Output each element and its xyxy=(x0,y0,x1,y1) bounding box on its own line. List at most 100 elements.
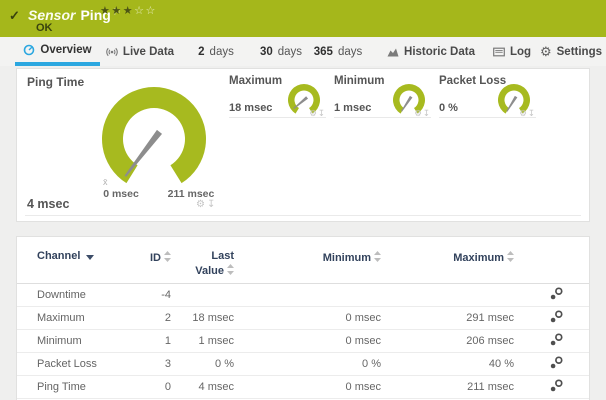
table-header-row: Channel ID Last Value Minimum Maximum xyxy=(17,237,589,283)
ping-time-gauge xyxy=(98,83,210,189)
channel-last-value: 18 msec xyxy=(171,306,234,329)
sensor-header: ✓ SensorPing⚐ ★★★☆☆ OK xyxy=(0,0,606,37)
channel-name: Ping Time xyxy=(17,375,149,398)
channel-id: 1 xyxy=(149,329,171,352)
gauge-needle xyxy=(400,96,412,112)
channel-maximum xyxy=(381,283,514,306)
tab-label: days xyxy=(210,46,234,58)
sort-icon xyxy=(227,264,234,275)
priority-star-rating[interactable]: ★★★☆☆ xyxy=(100,4,157,17)
pin-icon[interactable]: ↧ xyxy=(207,199,217,210)
live-signal-icon xyxy=(106,46,118,58)
table-row: Packet Loss 3 0 % 0 % 40 % xyxy=(17,352,589,375)
channel-name: Minimum xyxy=(17,329,149,352)
channel-name: Packet Loss xyxy=(17,352,149,375)
tab-label: Log xyxy=(510,46,531,58)
channel-name: Maximum xyxy=(17,306,149,329)
channel-minimum: 0 msec xyxy=(234,375,381,398)
tab-2-days[interactable]: 2 days xyxy=(194,37,238,66)
column-header-actions xyxy=(514,237,589,283)
channel-id: 3 xyxy=(149,352,171,375)
column-header-label: Minimum xyxy=(323,252,371,264)
column-header-label: Value xyxy=(195,265,224,277)
channel-settings-icon[interactable] xyxy=(550,310,563,326)
mini-gauge-packet-loss: Packet Loss 0 % ⚙↧ xyxy=(439,69,536,129)
sort-icon xyxy=(507,251,514,262)
channel-id: 2 xyxy=(149,306,171,329)
stars-empty: ☆☆ xyxy=(134,5,157,17)
channel-minimum: 0 msec xyxy=(234,306,381,329)
channel-maximum: 211 msec xyxy=(381,375,514,398)
column-header-channel[interactable]: Channel xyxy=(17,237,149,283)
tab-label: Settings xyxy=(557,46,602,58)
sensor-type-label: Sensor xyxy=(28,7,75,23)
minimum-value: 1 msec xyxy=(334,102,371,114)
channel-last-value: 1 msec xyxy=(171,329,234,352)
gauge-icon xyxy=(23,44,35,56)
tab-label: Historic Data xyxy=(404,46,475,58)
ping-time-value: 4 msec xyxy=(27,197,69,211)
tab-label: Live Data xyxy=(123,46,174,58)
channel-settings-icon[interactable] xyxy=(550,287,563,303)
maximum-value: 18 msec xyxy=(229,102,272,114)
channel-last-value: 0 % xyxy=(171,352,234,375)
column-header-id[interactable]: ID xyxy=(149,237,171,283)
channel-settings-icon[interactable] xyxy=(550,333,563,349)
gauge-min-label: 0 msec xyxy=(90,188,152,200)
tab-settings[interactable]: ⚙ Settings xyxy=(544,37,598,66)
settings-gear-icon: ⚙ xyxy=(540,45,552,58)
gear-icon[interactable]: ⚙ xyxy=(196,199,207,210)
sensor-status-badge: OK xyxy=(36,22,53,34)
channel-settings-icon[interactable] xyxy=(550,379,563,395)
column-header-label: Channel xyxy=(37,250,80,262)
tab-number: 365 xyxy=(314,46,333,58)
table-row: Ping Time 0 4 msec 0 msec 211 msec xyxy=(17,375,589,398)
tab-30-days[interactable]: 30 days xyxy=(258,37,304,66)
channel-settings-icon[interactable] xyxy=(550,356,563,372)
channel-last-value: 4 msec xyxy=(171,375,234,398)
column-header-label: Last xyxy=(211,250,234,262)
column-header-maximum[interactable]: Maximum xyxy=(381,237,514,283)
channel-minimum: 0 % xyxy=(234,352,381,375)
tab-overview[interactable]: Overview xyxy=(15,37,100,66)
table-row: Downtime -4 xyxy=(17,283,589,306)
divider xyxy=(25,215,581,216)
gauge-needle xyxy=(506,96,518,112)
packet-loss-value: 0 % xyxy=(439,102,458,114)
tab-label: days xyxy=(338,46,362,58)
gauge-needle xyxy=(123,130,162,178)
table-row: Maximum 2 18 msec 0 msec 291 msec xyxy=(17,306,589,329)
mini-gauge-minimum: Minimum 1 msec ⚙↧ xyxy=(334,69,431,129)
divider xyxy=(334,117,431,118)
chart-icon xyxy=(387,46,399,58)
tab-365-days[interactable]: 365 days xyxy=(311,37,365,66)
tab-label: Overview xyxy=(40,44,91,56)
status-ok-check-icon: ✓ xyxy=(9,8,20,24)
divider xyxy=(229,117,326,118)
stars-filled: ★★★ xyxy=(100,5,134,17)
channel-id: -4 xyxy=(149,283,171,306)
channel-minimum xyxy=(234,283,381,306)
divider xyxy=(439,117,536,118)
tab-number: 2 xyxy=(198,46,204,58)
channel-table: Channel ID Last Value Minimum Maximum xyxy=(17,237,589,399)
sort-icon xyxy=(374,251,381,262)
tab-log[interactable]: Log xyxy=(494,37,530,66)
mini-gauge-maximum: Maximum 18 msec ⚙↧ xyxy=(229,69,326,129)
tab-live-data[interactable]: Live Data xyxy=(101,37,179,66)
channel-minimum: 0 msec xyxy=(234,329,381,352)
main-gauge-title: Ping Time xyxy=(27,75,84,89)
sort-icon xyxy=(164,251,171,262)
table-row: Minimum 1 1 msec 0 msec 206 msec xyxy=(17,329,589,352)
channel-name: Downtime xyxy=(17,283,149,306)
main-gauge-actions: ⚙↧ xyxy=(196,199,217,210)
log-icon xyxy=(493,46,505,58)
column-header-minimum[interactable]: Minimum xyxy=(234,237,381,283)
column-header-label: Maximum xyxy=(453,252,504,264)
tab-bar: Overview Live Data 2 days 30 days 365 da… xyxy=(0,37,606,66)
column-header-label: ID xyxy=(150,252,161,264)
tab-historic-data[interactable]: Historic Data xyxy=(394,37,468,66)
column-header-last-value[interactable]: Last Value xyxy=(171,237,234,283)
sort-desc-icon xyxy=(86,255,94,260)
channel-maximum: 206 msec xyxy=(381,329,514,352)
